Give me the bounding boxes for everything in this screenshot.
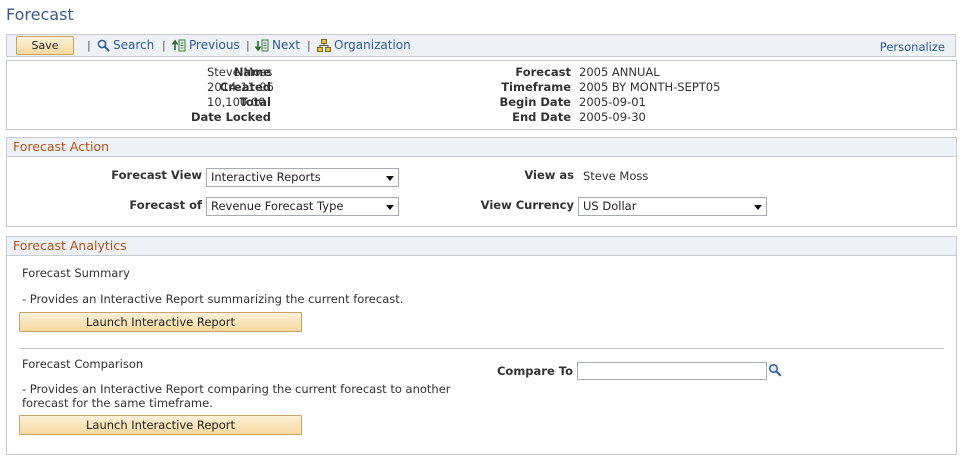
view-currency-label: View Currency (480, 198, 574, 212)
chevron-down-icon (386, 205, 394, 210)
previous-icon (172, 39, 186, 52)
created-value: 2014-11-06 (207, 80, 274, 94)
forecast-analytics-title: Forecast Analytics (7, 237, 956, 256)
toolbar-separator: | (246, 39, 250, 52)
next-link[interactable]: Next (255, 38, 300, 52)
forecast-summary-description: - Provides an Interactive Report summari… (22, 292, 404, 306)
forecast-of-label: Forecast of (129, 198, 202, 212)
forecast-of-select[interactable]: Revenue Forecast Type (206, 197, 399, 216)
page-title: Forecast (6, 5, 74, 24)
view-as-value: Steve Moss (583, 169, 649, 183)
next-label: Next (272, 38, 300, 52)
search-icon (97, 39, 110, 52)
previous-label: Previous (189, 38, 240, 52)
toolbar: Save | Search | Previous | Next | Organi… (6, 34, 956, 57)
lookup-icon[interactable] (768, 363, 782, 380)
forecast-label: Forecast (515, 65, 571, 79)
name-value: Steve Moss (207, 65, 273, 79)
view-currency-select[interactable]: US Dollar (578, 197, 767, 216)
toolbar-separator: | (162, 39, 166, 52)
launch-comparison-report-button[interactable]: Launch Interactive Report (19, 415, 302, 435)
total-value: 10,100.00 (207, 95, 266, 109)
save-button[interactable]: Save (16, 36, 74, 55)
begin-date-label: Begin Date (499, 95, 571, 109)
date-locked-label: Date Locked (190, 110, 271, 124)
personalize-link[interactable]: Personalize (880, 40, 945, 54)
launch-summary-report-button[interactable]: Launch Interactive Report (19, 312, 302, 332)
toolbar-separator: | (87, 39, 91, 52)
forecast-of-value: Revenue Forecast Type (211, 199, 344, 213)
organization-icon (317, 38, 331, 52)
compare-to-input[interactable] (577, 362, 767, 380)
forecast-action-panel: Forecast Action Forecast View Interactiv… (6, 137, 957, 227)
chevron-down-icon (754, 205, 762, 210)
view-as-label: View as (524, 168, 574, 182)
forecast-analytics-panel: Forecast Analytics Forecast Summary - Pr… (6, 236, 957, 455)
section-divider (19, 348, 944, 349)
previous-link[interactable]: Previous (172, 38, 240, 52)
begin-date-value: 2005-09-01 (579, 95, 646, 109)
forecast-comparison-title: Forecast Comparison (22, 357, 144, 371)
next-icon (255, 39, 269, 52)
compare-to-label: Compare To (496, 364, 573, 378)
view-currency-value: US Dollar (583, 199, 637, 213)
end-date-label: End Date (512, 110, 571, 124)
forecast-header-panel: Name Steve Moss Created 2014-11-06 Total… (6, 60, 957, 130)
forecast-summary-title: Forecast Summary (22, 266, 130, 280)
forecast-view-label: Forecast View (111, 168, 202, 182)
forecast-value: 2005 ANNUAL (579, 65, 660, 79)
end-date-value: 2005-09-30 (579, 110, 646, 124)
forecast-comparison-description-cont: forecast for the same timeframe. (22, 396, 213, 410)
forecast-view-value: Interactive Reports (211, 170, 321, 184)
forecast-comparison-description: - Provides an Interactive Report compari… (22, 382, 451, 396)
search-label: Search (113, 38, 155, 52)
toolbar-separator: | (307, 39, 311, 52)
forecast-view-select[interactable]: Interactive Reports (206, 168, 399, 187)
search-link[interactable]: Search (97, 38, 154, 52)
organization-label: Organization (334, 38, 411, 52)
timeframe-value: 2005 BY MONTH-SEPT05 (579, 80, 721, 94)
chevron-down-icon (386, 176, 394, 181)
timeframe-label: Timeframe (501, 80, 571, 94)
organization-link[interactable]: Organization (317, 38, 411, 52)
forecast-action-title: Forecast Action (7, 138, 956, 157)
